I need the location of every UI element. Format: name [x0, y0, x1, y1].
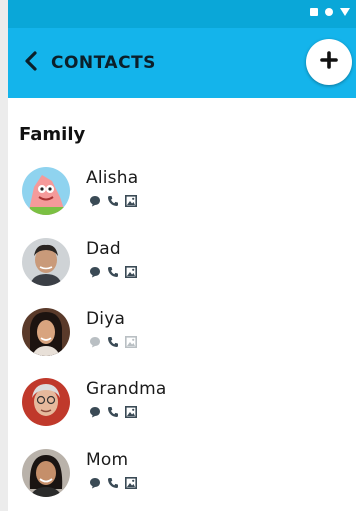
avatar [22, 238, 70, 286]
message-icon[interactable] [88, 335, 101, 348]
contact-actions [88, 476, 137, 489]
list-item[interactable]: Diya [22, 308, 342, 368]
contact-name: Grandma [86, 379, 167, 399]
chevron-left-icon [23, 51, 39, 75]
status-bar [8, 0, 356, 28]
contact-actions [88, 335, 137, 348]
contact-name: Mom [86, 450, 129, 470]
list-item[interactable]: Dad [22, 238, 342, 298]
signal-icon [340, 8, 350, 16]
status-icons [310, 8, 350, 16]
message-icon[interactable] [88, 194, 101, 207]
list-item[interactable]: Mom [22, 449, 342, 509]
image-icon[interactable] [124, 335, 137, 348]
list-item[interactable]: Grandma [22, 378, 342, 438]
image-icon[interactable] [124, 405, 137, 418]
avatar [22, 449, 70, 497]
contact-actions [88, 265, 137, 278]
phone-icon[interactable] [106, 265, 119, 278]
contacts-screen: CONTACTS Family Alisha Dad Diya Grandma … [8, 0, 356, 511]
image-icon[interactable] [124, 265, 137, 278]
contact-name: Alisha [86, 168, 139, 188]
message-icon[interactable] [88, 476, 101, 489]
back-button[interactable] [18, 50, 44, 76]
avatar [22, 378, 70, 426]
plus-icon [320, 51, 338, 73]
message-icon[interactable] [88, 405, 101, 418]
image-icon[interactable] [124, 194, 137, 207]
contact-actions [88, 194, 137, 207]
phone-icon[interactable] [106, 335, 119, 348]
message-icon[interactable] [88, 265, 101, 278]
app-bar: CONTACTS [8, 28, 356, 98]
list-item[interactable]: Alisha [22, 167, 342, 227]
contact-name: Diya [86, 309, 126, 329]
phone-icon[interactable] [106, 405, 119, 418]
add-contact-button[interactable] [306, 39, 352, 85]
contact-name: Dad [86, 239, 121, 259]
square-icon [310, 8, 318, 16]
section-title: Family [19, 124, 86, 145]
image-icon[interactable] [124, 476, 137, 489]
contact-actions [88, 405, 137, 418]
phone-icon[interactable] [106, 476, 119, 489]
page-title: CONTACTS [51, 53, 156, 73]
avatar [22, 308, 70, 356]
phone-icon[interactable] [106, 194, 119, 207]
avatar [22, 167, 70, 215]
dot-icon [325, 8, 333, 16]
